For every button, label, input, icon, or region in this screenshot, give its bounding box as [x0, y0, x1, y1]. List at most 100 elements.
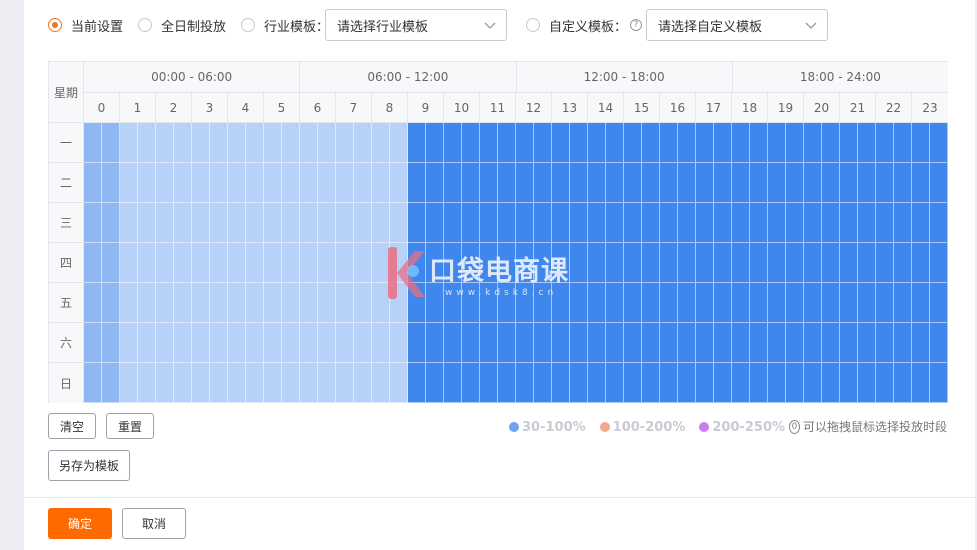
time-slot-cell[interactable] [156, 163, 174, 203]
time-slot-cell[interactable] [894, 283, 912, 323]
time-slot-cell[interactable] [336, 163, 354, 203]
time-slot-cell[interactable] [750, 123, 768, 163]
time-slot-cell[interactable] [84, 123, 102, 163]
time-slot-cell[interactable] [480, 123, 498, 163]
time-slot-cell[interactable] [84, 323, 102, 363]
time-slot-cell[interactable] [264, 123, 282, 163]
time-slot-cell[interactable] [732, 363, 750, 403]
time-slot-cell[interactable] [210, 283, 228, 323]
time-slot-cell[interactable] [138, 243, 156, 283]
time-slot-cell[interactable] [264, 323, 282, 363]
time-slot-cell[interactable] [156, 283, 174, 323]
time-slot-cell[interactable] [228, 123, 246, 163]
time-slot-cell[interactable] [444, 123, 462, 163]
time-slot-cell[interactable] [822, 363, 840, 403]
time-slot-cell[interactable] [84, 163, 102, 203]
radio-full-day[interactable]: 全日制投放 [138, 16, 226, 35]
time-slot-cell[interactable] [606, 163, 624, 203]
day-header-cell[interactable]: 一 [49, 123, 84, 163]
ok-button[interactable]: 确定 [48, 508, 112, 539]
time-slot-cell[interactable] [372, 323, 390, 363]
time-slot-cell[interactable] [372, 243, 390, 283]
time-slot-cell[interactable] [570, 243, 588, 283]
time-slot-cell[interactable] [282, 323, 300, 363]
time-slot-cell[interactable] [210, 243, 228, 283]
time-slot-cell[interactable] [282, 243, 300, 283]
time-slot-cell[interactable] [480, 283, 498, 323]
radio-industry-template[interactable]: 行业模板： [241, 16, 329, 35]
time-slot-cell[interactable] [552, 123, 570, 163]
time-slot-cell[interactable] [606, 283, 624, 323]
time-slot-cell[interactable] [300, 323, 318, 363]
time-slot-cell[interactable] [588, 203, 606, 243]
time-slot-cell[interactable] [570, 323, 588, 363]
time-slot-cell[interactable] [876, 123, 894, 163]
time-slot-cell[interactable] [696, 243, 714, 283]
time-slot-cell[interactable] [822, 123, 840, 163]
time-slot-cell[interactable] [822, 163, 840, 203]
time-slot-cell[interactable] [534, 283, 552, 323]
time-slot-cell[interactable] [822, 283, 840, 323]
time-slot-cell[interactable] [624, 123, 642, 163]
time-slot-cell[interactable] [912, 203, 930, 243]
time-slot-cell[interactable] [138, 203, 156, 243]
time-slot-cell[interactable] [138, 163, 156, 203]
time-slot-cell[interactable] [264, 283, 282, 323]
time-slot-cell[interactable] [84, 243, 102, 283]
time-slot-cell[interactable] [516, 243, 534, 283]
time-slot-cell[interactable] [156, 323, 174, 363]
time-slot-cell[interactable] [678, 123, 696, 163]
time-slot-cell[interactable] [912, 363, 930, 403]
time-slot-cell[interactable] [318, 283, 336, 323]
time-slot-cell[interactable] [192, 243, 210, 283]
time-slot-cell[interactable] [570, 363, 588, 403]
time-slot-cell[interactable] [876, 323, 894, 363]
day-header-cell[interactable]: 六 [49, 323, 84, 363]
time-slot-cell[interactable] [480, 243, 498, 283]
time-slot-cell[interactable] [462, 163, 480, 203]
time-slot-cell[interactable] [282, 123, 300, 163]
time-slot-cell[interactable] [588, 283, 606, 323]
time-slot-cell[interactable] [876, 363, 894, 403]
time-slot-cell[interactable] [822, 203, 840, 243]
time-slot-cell[interactable] [534, 243, 552, 283]
time-slot-cell[interactable] [930, 203, 948, 243]
time-slot-cell[interactable] [732, 243, 750, 283]
time-slot-cell[interactable] [462, 203, 480, 243]
time-slot-cell[interactable] [318, 163, 336, 203]
time-slot-cell[interactable] [354, 163, 372, 203]
time-slot-cell[interactable] [660, 203, 678, 243]
time-slot-cell[interactable] [894, 203, 912, 243]
time-slot-cell[interactable] [678, 243, 696, 283]
time-slot-cell[interactable] [894, 163, 912, 203]
time-slot-cell[interactable] [642, 283, 660, 323]
time-slot-cell[interactable] [372, 283, 390, 323]
time-slot-cell[interactable] [696, 123, 714, 163]
time-slot-cell[interactable] [264, 203, 282, 243]
time-slot-cell[interactable] [876, 163, 894, 203]
hour-header-cell[interactable]: 20 [804, 93, 840, 123]
time-slot-cell[interactable] [696, 363, 714, 403]
time-slot-cell[interactable] [570, 283, 588, 323]
time-slot-cell[interactable] [786, 363, 804, 403]
time-slot-cell[interactable] [390, 163, 408, 203]
time-slot-cell[interactable] [660, 283, 678, 323]
time-slot-cell[interactable] [606, 203, 624, 243]
time-slot-cell[interactable] [498, 243, 516, 283]
day-header-cell[interactable]: 日 [49, 363, 84, 403]
time-slot-cell[interactable] [822, 323, 840, 363]
time-slot-cell[interactable] [912, 163, 930, 203]
time-slot-cell[interactable] [390, 363, 408, 403]
time-slot-cell[interactable] [156, 363, 174, 403]
time-slot-cell[interactable] [804, 283, 822, 323]
time-slot-cell[interactable] [804, 203, 822, 243]
time-slot-cell[interactable] [408, 123, 426, 163]
time-slot-cell[interactable] [120, 123, 138, 163]
time-slot-cell[interactable] [624, 163, 642, 203]
time-slot-cell[interactable] [498, 163, 516, 203]
time-slot-cell[interactable] [660, 163, 678, 203]
time-slot-cell[interactable] [390, 243, 408, 283]
time-slot-cell[interactable] [804, 163, 822, 203]
time-slot-cell[interactable] [642, 163, 660, 203]
time-slot-cell[interactable] [300, 243, 318, 283]
